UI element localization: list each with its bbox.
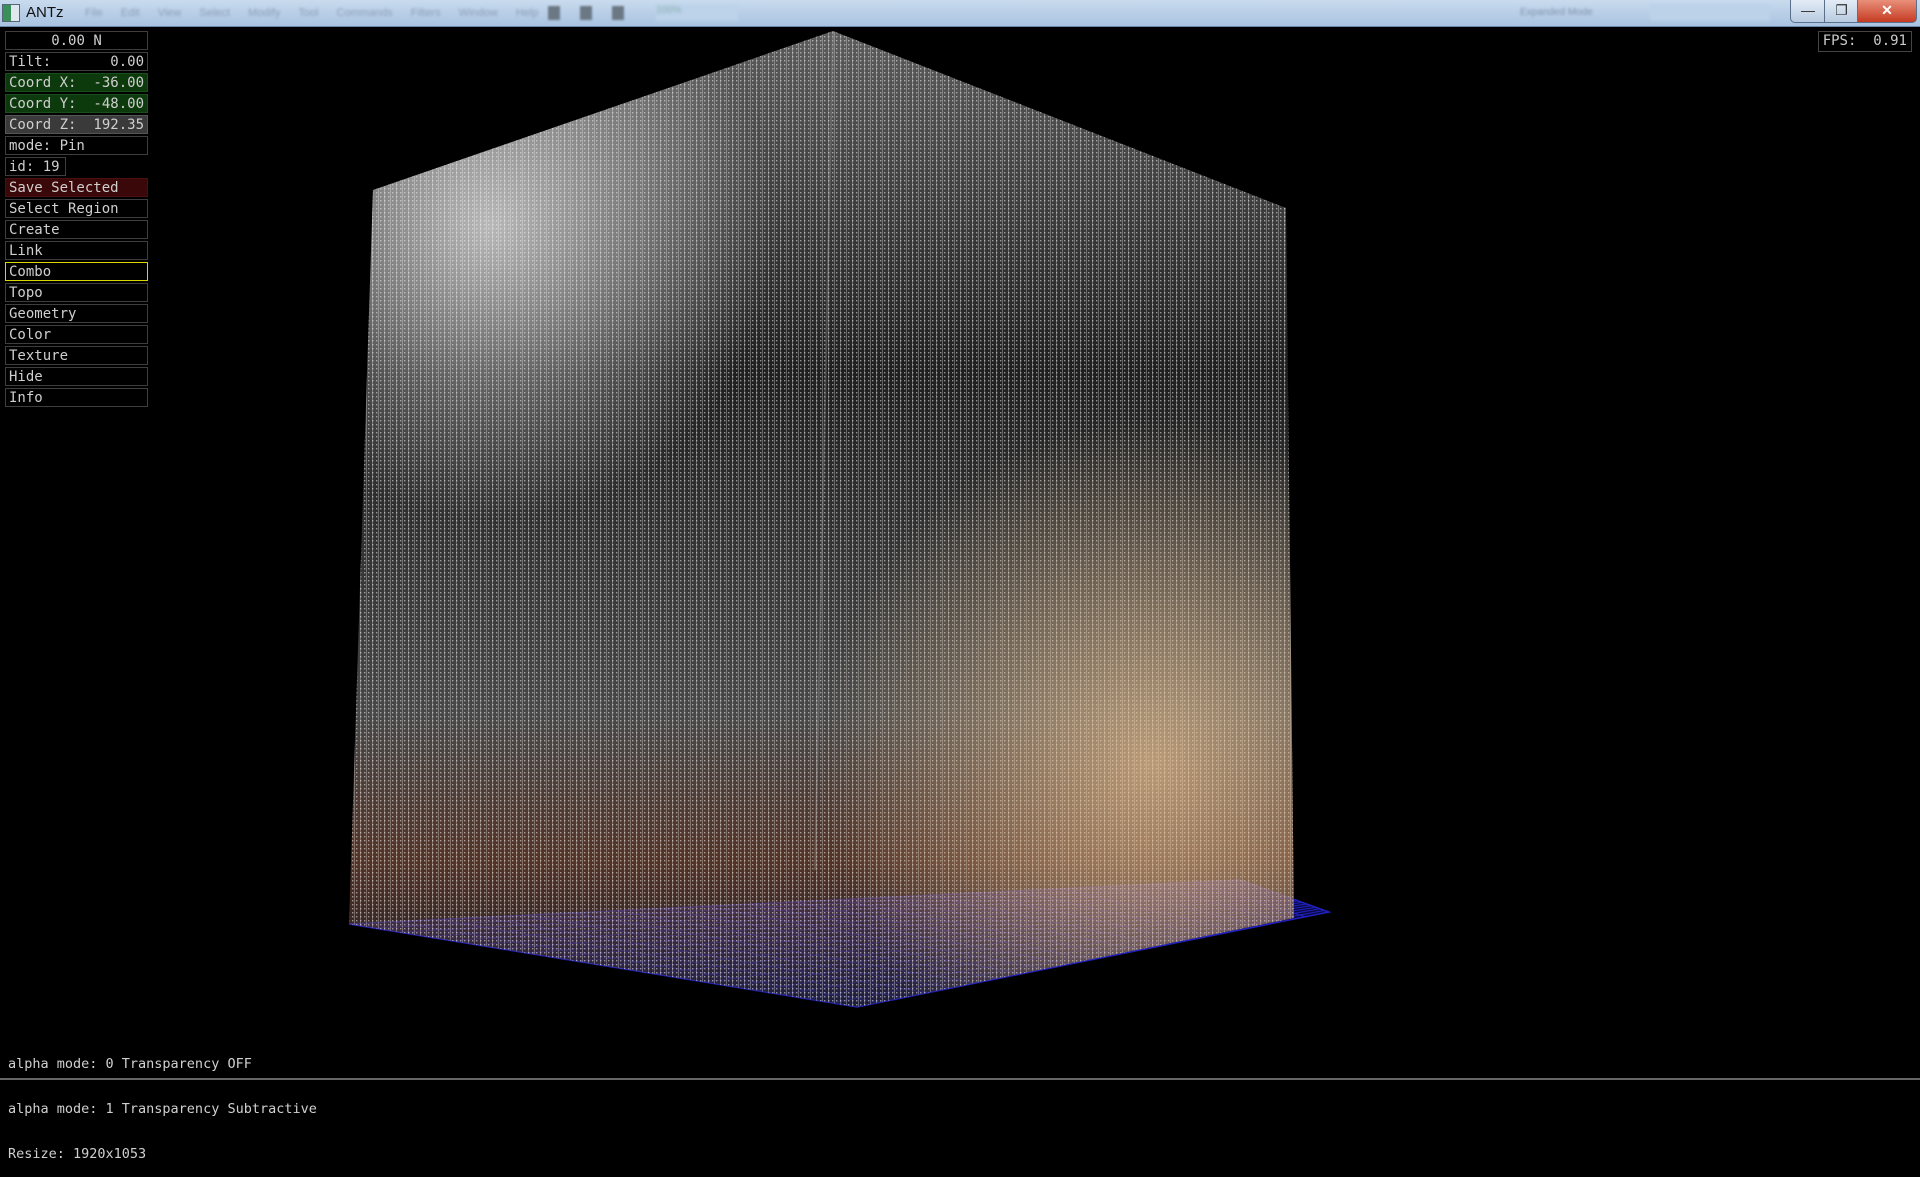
title-bar: ANTz File Edit View Select Modify Tool C…: [0, 0, 1920, 27]
topo-button[interactable]: Topo: [5, 283, 148, 302]
select-region-button[interactable]: Select Region: [5, 199, 148, 218]
menu-help[interactable]: Help: [516, 7, 539, 19]
log-line: Resize: 1920x1053: [8, 1146, 147, 1162]
coord-x-value: -36.00: [93, 75, 144, 91]
geometry-button[interactable]: Geometry: [5, 304, 148, 323]
combo-button[interactable]: Combo: [5, 262, 148, 281]
coord-z-field[interactable]: Coord Z: 192.35: [5, 115, 148, 134]
log-line: alpha mode: 0 Transparency OFF: [8, 1056, 252, 1072]
save-icon[interactable]: [548, 6, 560, 20]
menu-file[interactable]: File: [85, 7, 103, 19]
app-icon: [2, 4, 20, 22]
color-button[interactable]: Color: [5, 325, 148, 344]
coord-y-label: Coord Y:: [9, 96, 77, 112]
hide-button[interactable]: Hide: [5, 367, 148, 386]
coord-x-label: Coord X:: [9, 75, 77, 91]
close-button[interactable]: ✕: [1857, 0, 1917, 23]
save-selected-button[interactable]: Save Selected: [5, 178, 148, 197]
tilt-readout: Tilt: 0.00: [5, 52, 148, 71]
window-title: ANTz: [26, 4, 64, 21]
info-button[interactable]: Info: [5, 388, 148, 407]
warm-region: [349, 31, 1294, 1007]
menu-view[interactable]: View: [158, 7, 182, 19]
link-button[interactable]: Link: [5, 241, 148, 260]
menu-tool[interactable]: Tool: [298, 7, 318, 19]
point-cloud-scene[interactable]: [0, 27, 1920, 1080]
id-readout: id: 19: [5, 157, 66, 176]
coord-y-value: -48.00: [93, 96, 144, 112]
search-input[interactable]: [1650, 4, 1770, 21]
coord-z-value: 192.35: [93, 117, 144, 133]
tilt-label: Tilt:: [9, 54, 52, 70]
mode-select[interactable]: Expanded Mode: [1520, 7, 1593, 18]
menu-window[interactable]: Window: [459, 7, 498, 19]
compass-heading: 0.00 N: [5, 31, 148, 50]
coord-y-field[interactable]: Coord Y: -48.00: [5, 94, 148, 113]
create-button[interactable]: Create: [5, 220, 148, 239]
menu-edit[interactable]: Edit: [121, 7, 140, 19]
minimize-button[interactable]: —: [1790, 0, 1826, 23]
coord-x-field[interactable]: Coord X: -36.00: [5, 73, 148, 92]
menu-commands[interactable]: Commands: [337, 7, 393, 19]
search-icon[interactable]: [612, 6, 624, 20]
control-panel: 0.00 N Tilt: 0.00 Coord X: -36.00 Coord Y:…: [5, 31, 148, 409]
console-log: alpha mode: 0 Transparency OFF alpha mod…: [8, 1027, 317, 1177]
settings-icon[interactable]: [580, 6, 592, 20]
menu-filters[interactable]: Filters: [411, 7, 441, 19]
mode-readout[interactable]: mode: Pin: [5, 136, 148, 155]
menu-bar: File Edit View Select Modify Tool Comman…: [85, 7, 538, 19]
coord-z-label: Coord Z:: [9, 117, 77, 133]
fps-counter: FPS: 0.91: [1817, 31, 1912, 52]
texture-button[interactable]: Texture: [5, 346, 148, 365]
menu-select[interactable]: Select: [199, 7, 230, 19]
3d-viewport[interactable]: [0, 27, 1920, 1080]
zoom-select[interactable]: 100%: [656, 5, 738, 21]
menu-modify[interactable]: Modify: [248, 7, 280, 19]
log-line: alpha mode: 1 Transparency Subtractive: [8, 1101, 317, 1117]
maximize-button[interactable]: ❐: [1824, 0, 1859, 23]
tilt-value: 0.00: [110, 54, 144, 70]
